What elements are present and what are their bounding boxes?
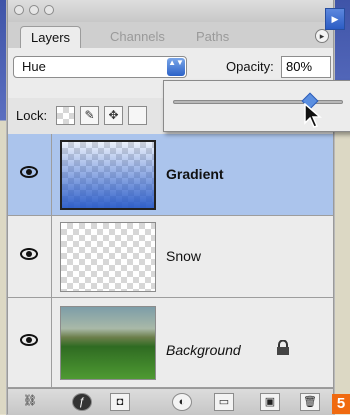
link-icon[interactable]: ⛓ xyxy=(16,393,44,411)
step-number-badge: 5 xyxy=(332,394,350,414)
adjustment-icon[interactable]: ◐ xyxy=(172,393,192,411)
close-window-button[interactable] xyxy=(14,5,24,15)
fx-icon[interactable]: ƒ xyxy=(72,393,92,411)
lock-pixels-icon[interactable]: ✎ xyxy=(80,106,99,125)
opacity-label: Opacity: xyxy=(226,59,274,74)
layer-thumbnail-gradient xyxy=(60,140,156,210)
opacity-input[interactable]: 80% xyxy=(281,56,331,78)
layer-name: Gradient xyxy=(166,166,224,182)
title-bar xyxy=(8,0,333,23)
opacity-slider-toggle[interactable]: ▶ xyxy=(325,8,345,30)
zoom-window-button[interactable] xyxy=(44,5,54,15)
mouse-pointer-icon xyxy=(304,103,322,128)
eye-icon xyxy=(20,334,38,346)
trash-icon[interactable]: 🗑 xyxy=(300,393,320,411)
eye-icon xyxy=(20,166,38,178)
minimize-window-button[interactable] xyxy=(29,5,39,15)
lock-label: Lock: xyxy=(16,108,48,123)
panel-menu-button[interactable]: ▸ xyxy=(315,29,329,43)
lock-icon xyxy=(277,340,289,355)
layers-bottom-bar: ⛓ ƒ ◘ ◐ ▭ ▣ 🗑 xyxy=(8,388,333,415)
layer-name: Background xyxy=(166,342,241,358)
layers-panel: Layers Channels Paths ▸ Hue ▲▼ Opacity: … xyxy=(7,0,334,415)
layer-row-background[interactable]: Background xyxy=(8,298,333,388)
tab-layers[interactable]: Layers xyxy=(20,26,82,48)
lock-position-icon[interactable]: ✥ xyxy=(104,106,123,125)
lock-transparent-icon[interactable] xyxy=(56,106,75,125)
visibility-toggle[interactable] xyxy=(8,216,52,297)
visibility-toggle[interactable] xyxy=(8,298,52,387)
lock-all-icon[interactable] xyxy=(128,106,147,125)
select-arrows-icon: ▲▼ xyxy=(167,58,185,76)
blend-mode-select[interactable]: Hue ▲▼ xyxy=(13,56,187,78)
layer-row-gradient[interactable]: Gradient xyxy=(8,134,333,216)
layer-row-snow[interactable]: Snow xyxy=(8,216,333,298)
layer-thumbnail-snow xyxy=(60,222,156,292)
blend-mode-value: Hue xyxy=(22,59,46,74)
eye-icon xyxy=(20,248,38,260)
visibility-toggle[interactable] xyxy=(8,134,52,215)
folder-icon[interactable]: ▭ xyxy=(214,393,234,411)
panel-tabs: Layers Channels Paths ▸ xyxy=(8,22,333,49)
new-layer-icon[interactable]: ▣ xyxy=(260,393,280,411)
tab-paths[interactable]: Paths xyxy=(186,26,239,48)
layer-name: Snow xyxy=(166,248,202,264)
layer-thumbnail-background xyxy=(60,306,156,380)
mask-icon[interactable]: ◘ xyxy=(110,393,130,411)
tab-channels[interactable]: Channels xyxy=(100,26,175,48)
